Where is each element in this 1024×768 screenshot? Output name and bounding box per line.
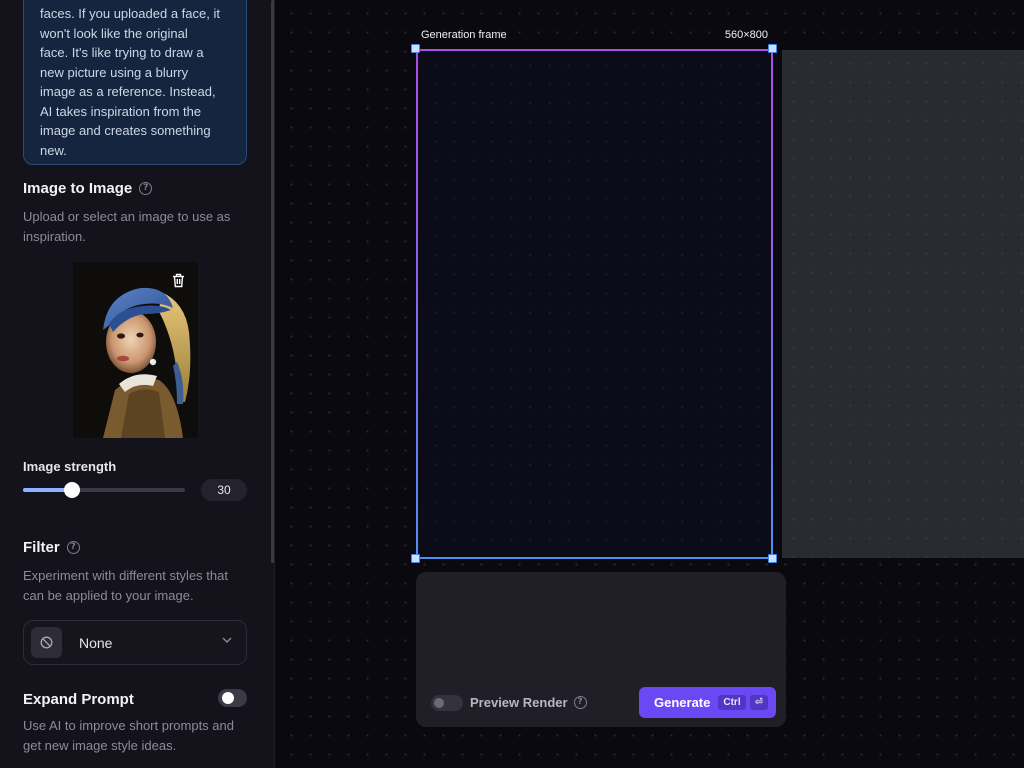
help-icon[interactable]: ? [573,696,587,709]
preview-render-label: Preview Render [470,695,568,710]
generation-frame-size: 560×800 [724,29,768,41]
toggle-knob [222,692,234,704]
chevron-down-icon [222,637,232,643]
info-line: image as a reference. Instead, [40,84,216,99]
image-strength-label: Image strength [23,459,117,474]
filter-selected-value: None [79,634,113,651]
info-line: new picture using a blurry [40,64,189,80]
expand-prompt-title: Expand Prompt [23,691,134,708]
slider-thumb[interactable] [63,482,80,498]
info-line: faces. If you uploaded a face, it [40,6,220,21]
resize-handle-top-right[interactable] [768,44,777,53]
generation-frame-label: Generation frame [421,29,507,41]
info-line: face. It's like trying to draw a [40,45,204,60]
resize-handle-top-left[interactable] [411,44,420,53]
expand-prompt-toggle[interactable] [218,689,247,707]
info-line: AI takes inspiration from the [40,103,202,119]
sidebar-scrollbar[interactable] [271,0,274,563]
resize-handle-bottom-right[interactable] [768,554,777,563]
shortcut-key: Ctrl [718,695,746,710]
canvas-background-image [782,50,1024,558]
image-strength-value[interactable]: 30 [201,479,247,501]
image-to-image-title: Image to Image [23,180,133,197]
sidebar: faces. If you uploaded a face, it won't … [0,0,275,768]
generation-frame[interactable] [416,49,773,559]
trash-icon [172,273,184,287]
shortcut-key: ⏎ [749,695,768,710]
filter-title: Filter [23,539,60,556]
help-icon[interactable]: ? [66,541,80,554]
info-box: faces. If you uploaded a face, it won't … [23,0,247,165]
resize-handle-bottom-left[interactable] [411,554,420,563]
help-icon[interactable]: ? [139,182,153,195]
filter-heading: Filter ? [23,539,80,556]
prompt-input[interactable] [416,572,786,676]
expand-prompt-description: Use AI to improve short prompts and get … [23,718,234,753]
image-strength-slider[interactable] [23,482,185,498]
shortcut-hint: Ctrl ⏎ [718,695,768,710]
toggle-knob [434,698,444,708]
filter-select[interactable]: None [23,620,247,665]
image-to-image-description: Upload or select an image to use as insp… [23,209,231,244]
preview-render: Preview Render ? [470,695,587,710]
preview-render-toggle[interactable] [431,695,463,711]
image-to-image-heading: Image to Image ? [23,180,153,197]
generate-label: Generate [654,695,711,710]
no-filter-icon [31,627,62,658]
expand-prompt-heading: Expand Prompt [23,691,134,708]
info-line: new. [40,142,67,158]
filter-description: Experiment with different styles that ca… [23,568,228,603]
delete-image-button[interactable] [168,269,188,291]
info-line: won't look like the original [40,25,188,41]
generate-button[interactable]: Generate Ctrl ⏎ [639,687,776,718]
info-line: image and creates something [40,123,211,138]
